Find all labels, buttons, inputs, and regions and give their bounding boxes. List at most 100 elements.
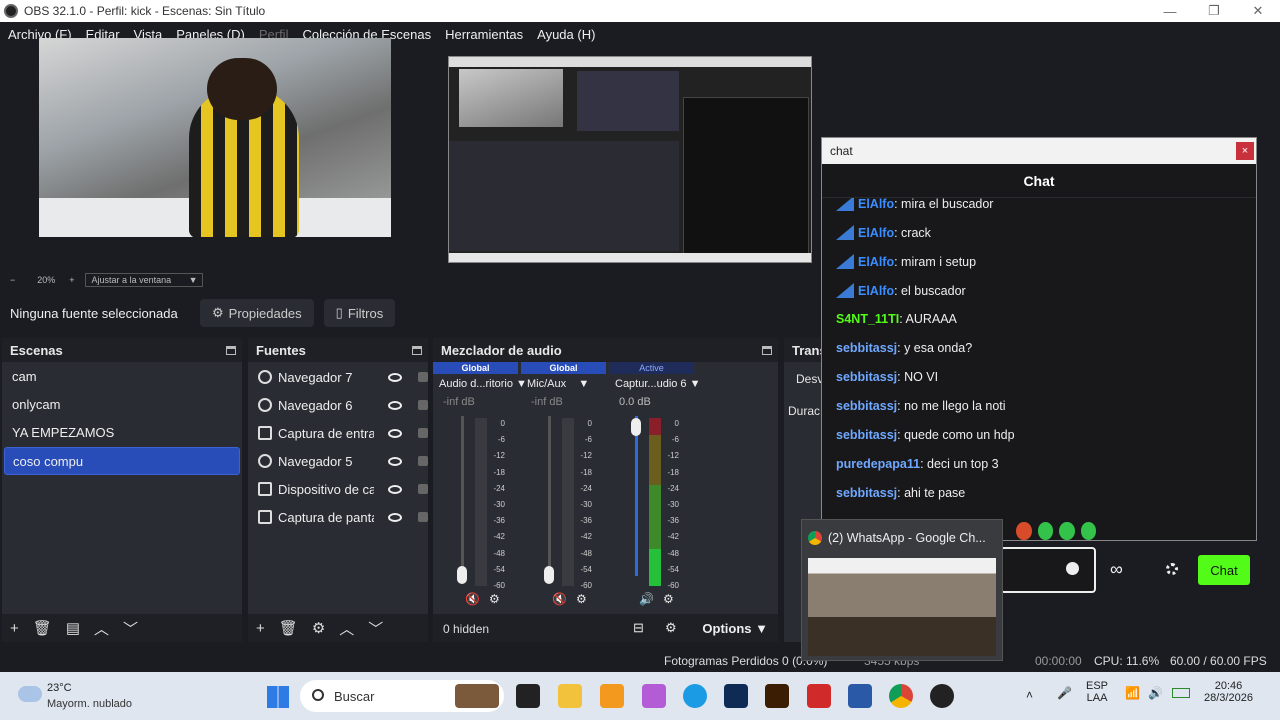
chevron-up-icon[interactable]: ˄: [1026, 688, 1033, 702]
maximize-button[interactable]: ❐: [1192, 0, 1236, 22]
muted-speaker-icon[interactable]: 🔇: [465, 592, 480, 606]
chat-input[interactable]: [1000, 547, 1096, 593]
eye-icon[interactable]: [388, 484, 402, 494]
word-icon[interactable]: [848, 684, 872, 708]
close-icon[interactable]: ×: [1236, 142, 1254, 160]
volume-slider[interactable]: [548, 416, 551, 576]
battery-icon[interactable]: [1172, 688, 1190, 698]
minimize-button[interactable]: —: [1148, 0, 1192, 22]
move-up-icon[interactable]: ︿: [94, 618, 109, 639]
screen-capture-preview[interactable]: [448, 56, 812, 263]
channel-name[interactable]: Mic/Aux ▼: [527, 378, 606, 390]
volume-slider-knob[interactable]: [544, 566, 554, 584]
zoom-fit-select[interactable]: Ajustar a la ventana ▼: [84, 273, 203, 287]
office-icon[interactable]: [600, 684, 624, 708]
trash-icon[interactable]: 🗑: [33, 619, 52, 637]
add-icon[interactable]: +: [10, 620, 19, 637]
gear-icon[interactable]: ⚙: [665, 620, 677, 636]
volume-icon[interactable]: 🔊: [1148, 686, 1163, 700]
undock-icon[interactable]: [762, 345, 772, 355]
window-thumbnail[interactable]: [808, 558, 996, 656]
gear-icon[interactable]: [1166, 563, 1178, 575]
eye-icon[interactable]: [388, 428, 402, 438]
volume-slider-knob[interactable]: [631, 418, 641, 436]
move-down-icon[interactable]: ﹀: [368, 618, 383, 639]
move-down-icon[interactable]: ﹀: [123, 618, 138, 639]
settings-icon[interactable]: ⚙: [663, 592, 674, 606]
scene-item[interactable]: YA EMPEZAMOS: [4, 419, 240, 447]
source-item[interactable]: Captura de entrada: [248, 419, 428, 447]
volume-slider-knob[interactable]: [457, 566, 467, 584]
source-item[interactable]: Navegador 6: [248, 391, 428, 419]
lock-icon[interactable]: [418, 372, 428, 382]
send-chat-button[interactable]: Chat: [1198, 555, 1250, 585]
windows-start-icon[interactable]: [267, 686, 289, 708]
options-button[interactable]: Options ▼: [702, 621, 768, 636]
volume-slider[interactable]: [635, 416, 638, 576]
channel-name[interactable]: Audio d...ritorio ▼: [439, 378, 527, 390]
scene-item-selected[interactable]: coso compu: [4, 447, 240, 475]
zoom-in-button[interactable]: +: [69, 275, 74, 285]
source-item[interactable]: Navegador 7: [248, 363, 428, 391]
eye-icon[interactable]: [388, 400, 402, 410]
lock-icon[interactable]: [418, 456, 428, 466]
close-button[interactable]: ✕: [1236, 0, 1280, 22]
trash-icon[interactable]: 🗑: [279, 619, 298, 637]
photoshop-icon[interactable]: [724, 684, 748, 708]
channel-name[interactable]: Captur...udio 6 ▼: [615, 378, 701, 390]
scene-item[interactable]: cam: [4, 363, 240, 391]
infinity-icon[interactable]: ∞: [1110, 559, 1123, 580]
weather-condition[interactable]: Mayorm. nublado: [47, 698, 132, 710]
chrome-icon[interactable]: [889, 684, 913, 708]
emote-icon[interactable]: [1080, 522, 1096, 540]
copilot-icon[interactable]: [642, 684, 666, 708]
weather-temp[interactable]: 23°C: [47, 682, 72, 694]
lock-icon[interactable]: [418, 400, 428, 410]
lock-icon[interactable]: [418, 512, 428, 522]
cloud-icon[interactable]: [18, 686, 42, 702]
source-item[interactable]: Captura de pantalla: [248, 503, 428, 531]
file-explorer-icon[interactable]: [558, 684, 582, 708]
speaker-icon[interactable]: 🔊: [639, 592, 654, 606]
clock[interactable]: 20:46 28/3/2026: [1204, 680, 1253, 704]
menu-herramientas[interactable]: Herramientas: [445, 27, 523, 42]
emote-icon[interactable]: [1016, 522, 1032, 540]
add-icon[interactable]: +: [256, 620, 265, 637]
undock-icon[interactable]: [412, 345, 422, 355]
volume-slider[interactable]: [461, 416, 464, 576]
hidden-count[interactable]: 0 hidden: [443, 622, 489, 636]
muted-speaker-icon[interactable]: 🔇: [552, 592, 567, 606]
taskbar-preview-popup[interactable]: (2) WhatsApp - Google Ch...: [801, 519, 1003, 661]
menu-ayuda[interactable]: Ayuda (H): [537, 27, 595, 42]
layout-icon[interactable]: ⊟: [633, 620, 644, 636]
obs-icon[interactable]: [930, 684, 954, 708]
microphone-icon[interactable]: 🎤: [1057, 686, 1072, 700]
search-highlight-icon[interactable]: [455, 684, 499, 708]
pdf-icon[interactable]: [807, 684, 831, 708]
wifi-icon[interactable]: 📶: [1125, 686, 1140, 700]
settings-icon[interactable]: ⚙: [489, 592, 500, 606]
emote-icon[interactable]: [1037, 522, 1053, 540]
move-up-icon[interactable]: ︿: [339, 618, 354, 639]
task-view-icon[interactable]: [516, 684, 540, 708]
eye-icon[interactable]: [388, 456, 402, 466]
zoom-out-button[interactable]: −: [10, 275, 15, 285]
edge-icon[interactable]: [683, 684, 707, 708]
webcam-preview[interactable]: [39, 38, 391, 237]
illustrator-icon[interactable]: [765, 684, 789, 708]
properties-button[interactable]: ⚙ Propiedades: [200, 299, 314, 327]
eye-icon[interactable]: [388, 512, 402, 522]
scene-item[interactable]: onlycam: [4, 391, 240, 419]
source-item[interactable]: Navegador 5: [248, 447, 428, 475]
source-item[interactable]: Dispositivo de captura: [248, 475, 428, 503]
emote-icon[interactable]: [1059, 522, 1075, 540]
settings-icon[interactable]: ⚙: [576, 592, 587, 606]
gear-icon[interactable]: ⚙: [312, 619, 325, 637]
language-indicator[interactable]: ESP LAA: [1086, 680, 1108, 704]
emoji-icon[interactable]: [1066, 562, 1079, 575]
eye-icon[interactable]: [388, 372, 402, 382]
lock-icon[interactable]: [418, 428, 428, 438]
filter-icon[interactable]: ▤: [66, 619, 80, 637]
undock-icon[interactable]: [226, 345, 236, 355]
transition-select[interactable]: Desv: [796, 372, 824, 386]
